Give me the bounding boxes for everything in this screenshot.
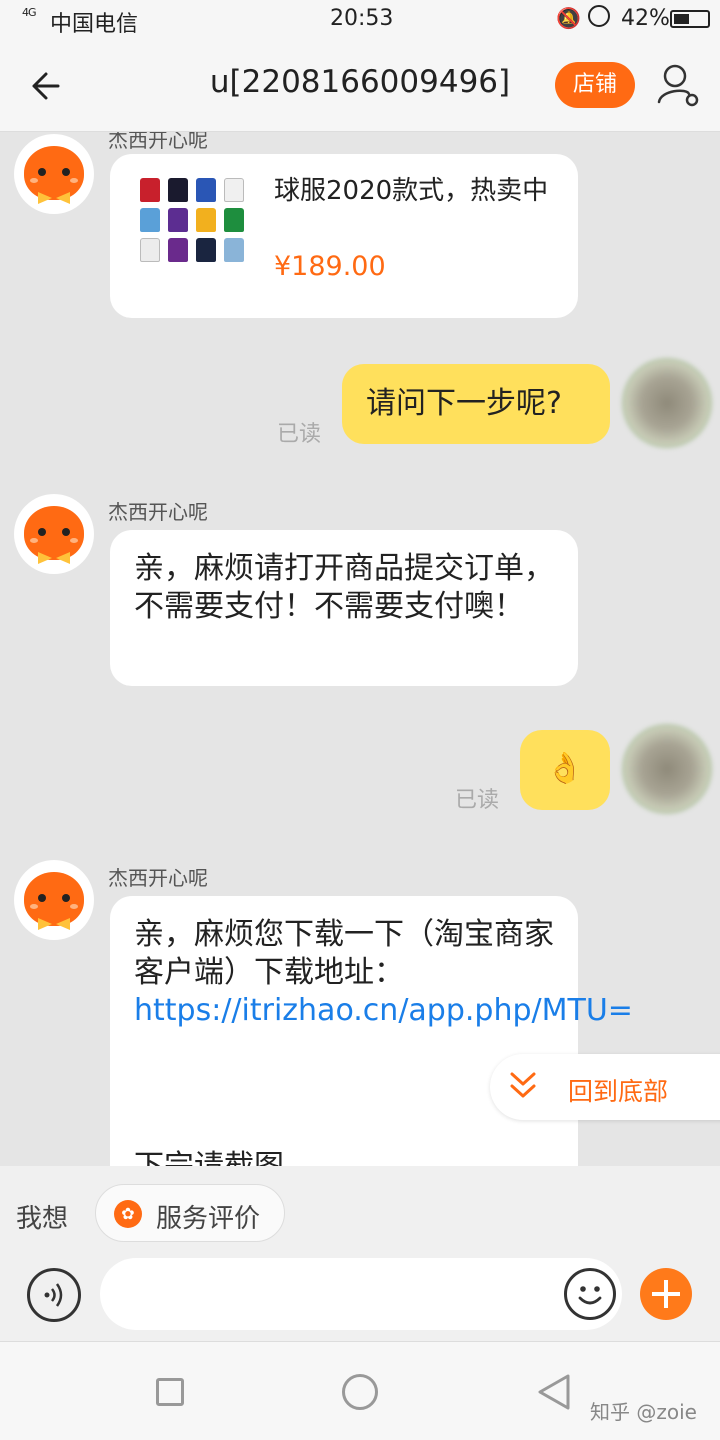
input-bar (0, 1256, 720, 1342)
flower-icon: ✿ (114, 1200, 142, 1228)
plus-icon[interactable] (640, 1268, 692, 1320)
user-settings-icon[interactable] (655, 62, 701, 108)
service-evaluation-label: 服务评价 (156, 1204, 261, 1234)
product-title: 球服2020款式，热卖中 (274, 176, 549, 206)
recent-apps-icon[interactable] (156, 1378, 184, 1406)
my-message-bubble[interactable]: 👌 (520, 730, 610, 810)
seller-message-bubble[interactable]: 亲，麻烦您下载一下（淘宝商家客户端）下载地址：https://itrizhao.… (110, 896, 633, 1166)
chat-title: u[2208166009496] (209, 64, 511, 100)
voice-input-icon[interactable] (27, 1268, 81, 1322)
my-message-bubble[interactable]: 请问下一步呢? (342, 364, 610, 444)
shop-button[interactable]: 店铺 (555, 62, 635, 108)
want-label: 我想 (16, 1204, 69, 1234)
download-link[interactable]: https://itrizhao.cn/app.php/MTU= (134, 993, 633, 1028)
product-price: ¥189.00 (274, 251, 386, 282)
rotation-lock-icon (588, 5, 610, 27)
message-text: 下完请截图 (134, 1148, 554, 1166)
chat-area[interactable]: 杰西开心呢 球服2020款式，热卖中 ¥189.00 已读 请问下一步呢? 杰西… (0, 132, 720, 1166)
scroll-to-bottom-button[interactable]: 回到底部 (490, 1054, 720, 1120)
mute-icon: 🔕 (556, 6, 581, 30)
status-bar: 4G 中国电信 20:53 🔕 42% (0, 0, 720, 38)
system-nav-bar: 知乎 @zoie (0, 1342, 720, 1440)
chat-header: u[2208166009496] 店铺 (0, 38, 720, 132)
product-thumbnail (136, 176, 254, 268)
my-avatar[interactable] (622, 358, 712, 448)
seller-avatar[interactable] (14, 494, 94, 574)
battery-percent: 42% (621, 6, 670, 31)
battery-icon (670, 10, 710, 28)
emoji-icon[interactable] (564, 1268, 616, 1320)
watermark: 知乎 @zoie (590, 1400, 697, 1424)
back-arrow-icon[interactable] (28, 66, 68, 106)
double-chevron-down-icon (510, 1072, 536, 1098)
seller-message-bubble[interactable]: 亲，麻烦请打开商品提交订单，不需要支付！不需要支付噢！ (110, 530, 578, 686)
home-icon[interactable] (342, 1374, 378, 1410)
seller-avatar[interactable] (14, 860, 94, 940)
my-avatar[interactable] (622, 724, 712, 814)
carrier-label: 中国电信 (50, 12, 139, 37)
read-status: 已读 (277, 422, 322, 447)
signal-icon: 4G (22, 6, 36, 19)
sender-name: 杰西开心呢 (108, 500, 208, 524)
seller-avatar[interactable] (14, 134, 94, 214)
sender-name: 杰西开心呢 (108, 132, 208, 152)
scroll-to-bottom-label: 回到底部 (568, 1077, 669, 1106)
nav-back-icon[interactable] (536, 1372, 572, 1412)
message-input[interactable] (100, 1258, 622, 1330)
read-status: 已读 (455, 788, 500, 813)
clock: 20:53 (330, 6, 394, 31)
message-text: 亲，麻烦您下载一下（淘宝商家客户端）下载地址： (134, 917, 554, 990)
service-evaluation-button[interactable]: ✿ 服务评价 (95, 1184, 285, 1242)
quick-action-bar: 我想 ✿ 服务评价 (0, 1166, 720, 1256)
sender-name: 杰西开心呢 (108, 866, 208, 890)
product-card[interactable]: 球服2020款式，热卖中 ¥189.00 (110, 154, 578, 318)
